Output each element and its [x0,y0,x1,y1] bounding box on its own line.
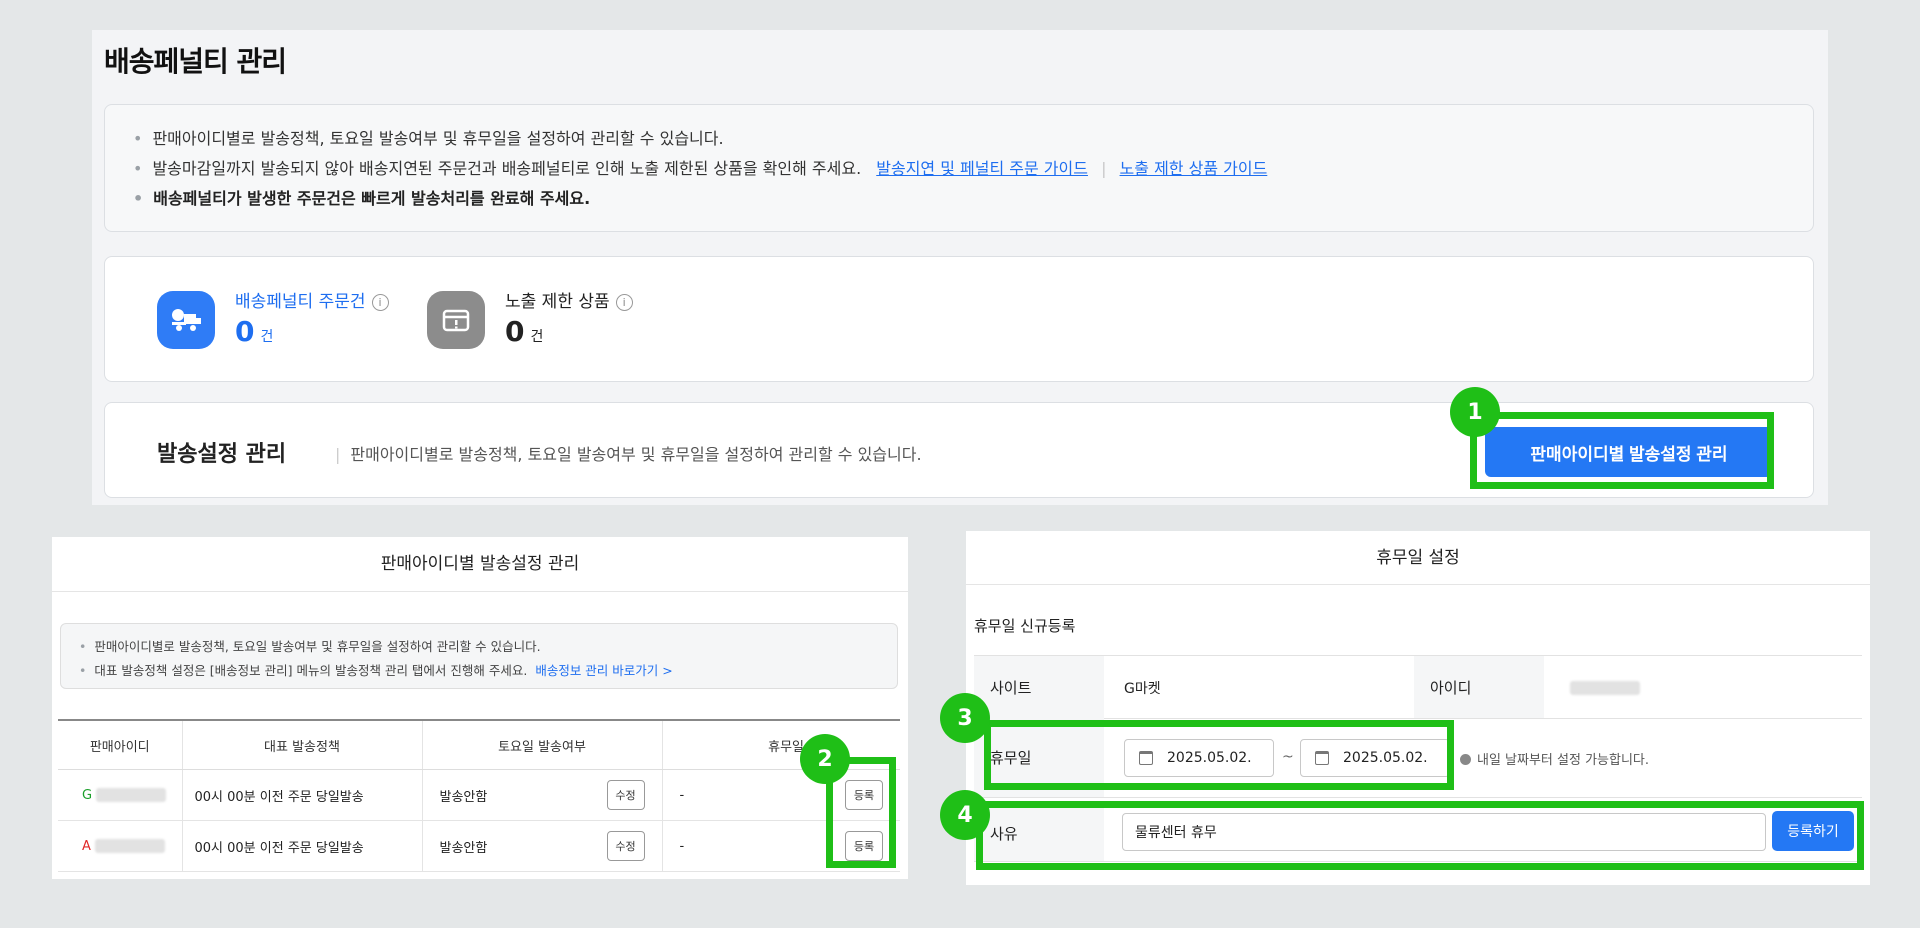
annotation-badge-2: 2 [800,734,850,784]
penalty-guide-link[interactable]: 발송지연 및 페널티 주문 가이드 [876,159,1088,178]
restricted-products-label: 노출 제한 상품 i [505,287,633,312]
notice-box: • 판매아이디별로 발송정책, 토요일 발송여부 및 휴무일을 설정하여 관리할 … [104,104,1814,232]
restricted-products-count: 0건 [505,315,544,348]
header-seller-id: 판매아이디 [58,719,182,770]
id-value [1570,680,1640,696]
masked-id [96,788,167,802]
highlight-box-1 [1470,412,1774,489]
edit-button[interactable]: 수정 [606,831,645,861]
annotation-badge-1: 1 [1450,387,1500,437]
modal-notice-box: • 판매아이디별로 발송정책, 토요일 발송여부 및 휴무일을 설정하여 관리할 … [60,623,898,689]
seller-id-cell: A [58,820,182,872]
shipping-settings-modal: 판매아이디별 발송설정 관리 • 판매아이디별로 발송정책, 토요일 발송여부 및… [52,537,908,879]
table-header: 판매아이디 대표 발송정책 토요일 발송여부 휴무일 [58,719,900,770]
site-value: G마켓 [1124,681,1161,697]
modal-title: 판매아이디별 발송설정 관리 [52,537,908,592]
site-row: 사이트 G마켓 아이디 [974,655,1862,719]
info-icon [1460,754,1471,765]
shipping-settings-desc: | 판매아이디별로 발송정책, 토요일 발송여부 및 휴무일을 설정하여 관리할 … [335,445,922,464]
table-row: G 00시 00분 이전 주문 당일발송 발송안함 수정 - 등록 [58,769,900,821]
penalty-orders-count: 0건 [235,315,274,348]
info-icon[interactable]: i [615,294,633,311]
annotation-badge-4: 4 [940,790,990,840]
highlight-box-4 [976,801,1864,870]
header-saturday: 토요일 발송여부 [421,719,662,770]
stats-card: 배송페널티 주문건 i 0건 노출 제한 상품 i 0건 [104,256,1814,382]
modal-notice-line-2: • 대표 발송정책 설정은 [배송정보 관리] 메뉴의 발송정책 관리 탭에서 진… [79,663,673,678]
restricted-guide-link[interactable]: 노출 제한 상품 가이드 [1120,159,1268,178]
shipping-info-link[interactable]: 배송정보 관리 바로가기 > [535,663,672,678]
info-icon[interactable]: i [371,294,389,311]
penalty-orders-label: 배송페널티 주문건 i [235,287,389,312]
header-policy: 대표 발송정책 [181,719,422,770]
page-title: 배송페널티 관리 [104,45,287,78]
table-row: A 00시 00분 이전 주문 당일발송 발송안함 수정 - 등록 [58,820,900,872]
policy-cell: 00시 00분 이전 주문 당일발송 [181,820,422,872]
site-label: 사이트 [974,656,1104,718]
policy-cell: 00시 00분 이전 주문 당일발송 [181,769,422,821]
modal-title: 휴무일 설정 [966,531,1870,585]
seller-id-table: 판매아이디 대표 발송정책 토요일 발송여부 휴무일 G 00시 00분 이전 … [58,719,900,872]
restricted-product-icon [427,291,485,349]
highlight-box-3 [984,720,1454,790]
edit-button[interactable]: 수정 [606,780,645,810]
masked-id [95,839,166,853]
new-holiday-section-title: 휴무일 신규등록 [974,617,1076,635]
shipping-settings-title: 발송설정 관리 [157,442,287,467]
notice-line-3: • 배송페널티가 발생한 주문건은 빠르게 발송처리를 완료해 주세요. [133,189,591,208]
saturday-cell: 발송안함 수정 [421,820,662,872]
notice-line-2: • 발송마감일까지 발송되지 않아 배송지연된 주문건과 배송페널티로 인해 노출… [133,159,1268,178]
id-label: 아이디 [1414,656,1544,718]
delivery-truck-icon [157,291,215,349]
modal-notice-line-1: • 판매아이디별로 발송정책, 토요일 발송여부 및 휴무일을 설정하여 관리할 … [79,639,541,654]
annotation-badge-3: 3 [940,693,990,743]
seller-id-cell: G [58,769,182,821]
date-hint: 내일 날짜부터 설정 가능합니다. [1460,749,1649,768]
notice-line-1: • 판매아이디별로 발송정책, 토요일 발송여부 및 휴무일을 설정하여 관리할 … [133,129,724,148]
saturday-cell: 발송안함 수정 [421,769,662,821]
